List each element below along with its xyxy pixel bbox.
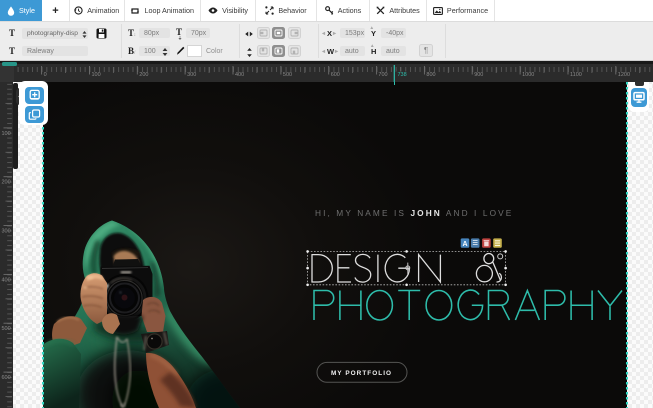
svg-text:700: 700 [378,72,387,78]
svg-text:1100: 1100 [570,72,582,78]
svg-text:900: 900 [474,72,483,78]
svg-text:100: 100 [92,72,101,78]
svg-text:200: 200 [139,72,148,78]
svg-text:800: 800 [426,72,435,78]
svg-text:400: 400 [235,72,244,78]
svg-text:300: 300 [187,72,196,78]
svg-text:HI, MY NAME IS JOHN AND I LOVE: HI, MY NAME IS JOHN AND I LOVE [315,208,513,218]
svg-text:A: A [462,241,467,248]
svg-text:500: 500 [2,326,11,332]
svg-text:600: 600 [2,375,11,381]
svg-text:1000: 1000 [522,72,534,78]
svg-text:MY PORTFOLIO: MY PORTFOLIO [331,370,392,377]
svg-text:200: 200 [2,180,11,186]
svg-text:738: 738 [398,72,407,78]
svg-text:1200: 1200 [618,72,630,78]
svg-text:300: 300 [2,229,11,235]
svg-text:600: 600 [331,72,340,78]
svg-text:500: 500 [283,72,292,78]
svg-text:400: 400 [2,277,11,283]
svg-text:0: 0 [44,72,47,78]
svg-text:100: 100 [2,131,11,137]
